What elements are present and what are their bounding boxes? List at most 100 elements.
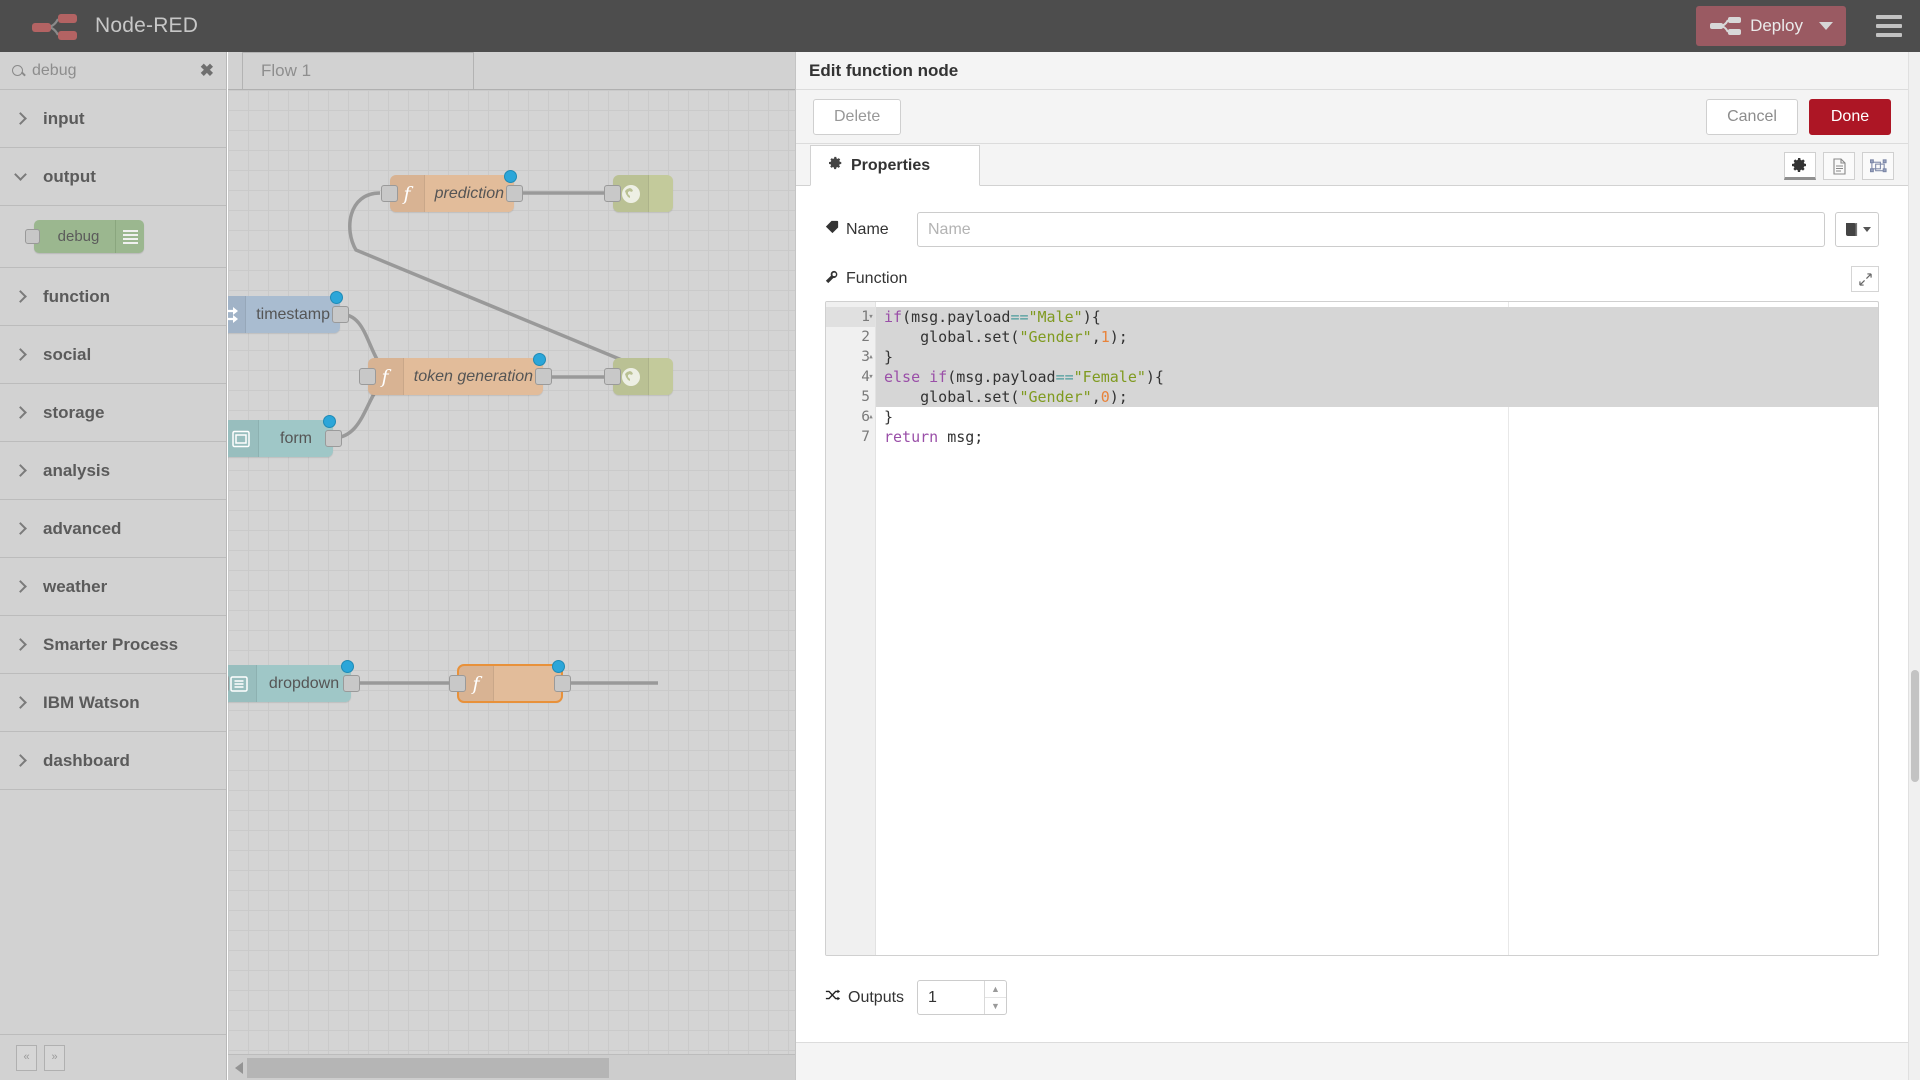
function-label-text: Function	[846, 270, 908, 287]
palette-category-output[interactable]: output	[0, 148, 226, 206]
palette-category-storage[interactable]: storage	[0, 384, 226, 442]
code-token: if	[929, 368, 948, 386]
node-input-port[interactable]	[604, 368, 621, 385]
node-status-dot	[323, 415, 336, 428]
node-input-port[interactable]	[381, 185, 398, 202]
palette-category-advanced[interactable]: advanced	[0, 500, 226, 558]
editor-code-line: }	[876, 347, 1878, 367]
code-token: }	[884, 348, 894, 366]
palette-category-smarter-process[interactable]: Smarter Process	[0, 616, 226, 674]
flow-node-token-generation[interactable]: f token generation	[359, 353, 552, 395]
palette-category-analysis[interactable]: analysis	[0, 442, 226, 500]
node-status-dot	[341, 660, 354, 673]
gear-icon[interactable]	[1784, 152, 1816, 180]
close-icon[interactable]: ✖	[200, 61, 214, 81]
node-input-port[interactable]	[604, 185, 621, 202]
node-input-port[interactable]	[359, 368, 376, 385]
flow-node-form[interactable]: form	[228, 415, 342, 457]
outputs-input[interactable]: 1	[918, 981, 984, 1014]
caret-up-icon[interactable]: ▲	[985, 981, 1006, 998]
code-token: );	[1109, 328, 1128, 346]
code-token: (msg.payload	[902, 308, 1011, 326]
palette-search[interactable]: debug ✖	[0, 52, 226, 90]
form-icon	[228, 420, 259, 457]
header-actions: Deploy	[1696, 6, 1902, 46]
search-icon	[12, 65, 23, 76]
node-output-port[interactable]	[535, 368, 552, 385]
flow-node-dropdown[interactable]: dropdown	[228, 660, 360, 702]
palette-node-debug[interactable]: debug	[25, 220, 144, 253]
page-scrollbar-thumb[interactable]	[1911, 670, 1919, 782]
dialog-button-bar: Delete Cancel Done	[796, 90, 1908, 144]
hamburger-menu-icon[interactable]	[1876, 15, 1902, 37]
chevron-right-icon	[14, 522, 27, 535]
palette-category-label: social	[43, 344, 92, 364]
dialog-tab-icon-group	[1784, 152, 1908, 185]
node-input-port[interactable]	[228, 675, 229, 692]
search-input[interactable]: debug	[32, 62, 200, 80]
brand: Node-RED	[32, 12, 198, 40]
palette-category-input[interactable]: input	[0, 90, 226, 148]
svg-text:f: f	[401, 183, 413, 205]
node-output-port[interactable]	[506, 185, 523, 202]
page-scrollbar[interactable]	[1908, 52, 1920, 1080]
node-output-port[interactable]	[343, 675, 360, 692]
palette-category-label: function	[43, 286, 111, 306]
deploy-button[interactable]: Deploy	[1696, 6, 1846, 46]
flow-node-timestamp[interactable]: timestamp	[228, 291, 349, 333]
editor-gutter: 1 ▾ 2 3 ▴ 4 ▾ 5 6 ▴ 7	[826, 302, 876, 955]
node-status-dot	[330, 291, 343, 304]
delete-button[interactable]: Delete	[813, 98, 902, 135]
code-token: (msg.payload	[947, 368, 1056, 386]
code-token: "Male"	[1028, 308, 1083, 326]
dialog-title: Edit function node	[796, 52, 1908, 90]
palette-category-label: weather	[43, 576, 108, 596]
node-status-dot	[533, 353, 546, 366]
chevron-right-icon	[14, 112, 27, 125]
chevron-right-icon	[14, 580, 27, 593]
code-token: else	[884, 368, 921, 386]
dialog-body: Name Function	[796, 186, 1908, 1042]
palette-category-social[interactable]: social	[0, 326, 226, 384]
expand-all-icon[interactable]: »	[44, 1044, 65, 1071]
description-document-icon[interactable]	[1823, 152, 1855, 180]
book-dropdown-icon[interactable]	[1835, 212, 1879, 247]
scrollbar-thumb[interactable]	[247, 1057, 609, 1078]
name-input[interactable]	[917, 212, 1825, 247]
cancel-button[interactable]: Cancel	[1706, 98, 1798, 135]
palette-category-ibm-watson[interactable]: IBM Watson	[0, 674, 226, 732]
expand-diagonal-icon[interactable]	[1851, 266, 1879, 292]
svg-text:f: f	[470, 673, 482, 695]
outputs-stepper[interactable]: 1 ▲ ▼	[917, 980, 1007, 1015]
flow-node-prediction[interactable]: f prediction	[381, 170, 523, 212]
code-token: ,	[1091, 328, 1101, 346]
flow-node-worldmap[interactable]	[604, 358, 673, 395]
flow-node-label: token generation	[413, 367, 533, 385]
outputs-spinner: ▲ ▼	[984, 981, 1006, 1014]
flow-node-function[interactable]: f	[449, 660, 571, 703]
node-output-port[interactable]	[554, 675, 571, 692]
collapse-all-icon[interactable]: «	[16, 1044, 37, 1071]
palette-node-label: debug	[57, 228, 100, 245]
tab-properties[interactable]: Properties	[810, 145, 980, 186]
chevron-left-icon[interactable]	[235, 1061, 243, 1074]
flow-node-worldmap[interactable]	[604, 175, 673, 212]
chevron-down-icon[interactable]	[1819, 22, 1833, 30]
node-palette: debug ✖ input output debug function social st…	[0, 52, 227, 1080]
tab-flow-1[interactable]: Flow 1	[242, 52, 474, 89]
code-token: msg;	[938, 428, 984, 446]
node-output-port[interactable]	[325, 430, 342, 447]
done-button[interactable]: Done	[1809, 98, 1891, 135]
palette-category-label: input	[43, 108, 85, 128]
node-output-port[interactable]	[332, 306, 349, 323]
palette-category-function[interactable]: function	[0, 268, 226, 326]
palette-category-weather[interactable]: weather	[0, 558, 226, 616]
caret-down-icon[interactable]: ▼	[985, 998, 1006, 1014]
function-code-editor[interactable]: 1 ▾ 2 3 ▴ 4 ▾ 5 6 ▴ 7 if(msg.payload=="Male"){ glo…	[825, 301, 1879, 956]
palette-category-dashboard[interactable]: dashboard	[0, 732, 226, 790]
appearance-icon[interactable]	[1862, 152, 1894, 180]
node-input-port[interactable]	[449, 675, 466, 692]
editor-line-number: 7	[861, 429, 870, 445]
editor-code-area[interactable]: if(msg.payload=="Male"){ global.set("Gen…	[876, 302, 1878, 955]
